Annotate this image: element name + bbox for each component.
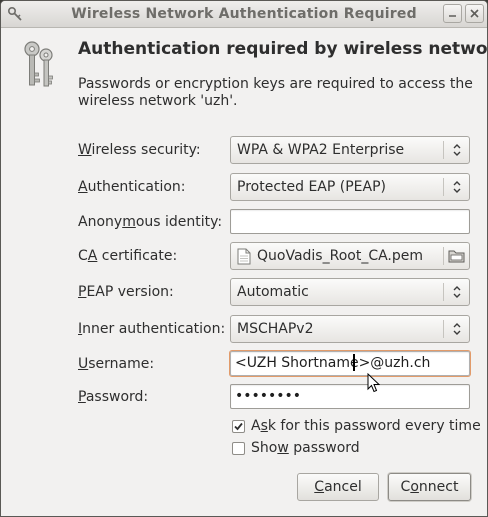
anonymous-identity-label: Anonymous identity: (78, 214, 223, 230)
close-icon (470, 9, 479, 18)
username-label: Username: (78, 356, 155, 372)
text-caret (353, 354, 355, 371)
cancel-button[interactable]: Cancel (297, 473, 379, 501)
minimize-icon (449, 15, 456, 17)
show-password-checkbox[interactable] (232, 442, 245, 455)
keys-icon (24, 41, 53, 87)
combo-separator (443, 141, 444, 159)
ca-certificate-file-chooser[interactable]: QuoVadis_Root_CA.pem (230, 242, 470, 270)
peap-version-label: PEAP version: (78, 284, 174, 300)
password-value: •••••••• (235, 388, 302, 404)
up-down-arrows-icon (453, 323, 461, 335)
password-input[interactable]: •••••••• (230, 384, 470, 409)
file-chooser-separator (443, 247, 444, 265)
ask-password-checkbox[interactable] (232, 420, 245, 433)
checkmark-icon (234, 422, 243, 431)
peap-version-combo[interactable]: Automatic (230, 278, 470, 306)
mouse-pointer-icon (367, 373, 380, 393)
up-down-arrows-icon (453, 144, 461, 156)
minimize-button[interactable] (443, 4, 462, 23)
folder-icon (448, 250, 465, 263)
dialog-window: Wireless Network Authentication Required… (0, 0, 488, 517)
dialog-heading: Authentication required by wireless netw… (78, 39, 488, 59)
combo-separator (443, 283, 444, 301)
ask-password-label[interactable]: Ask for this password every time (251, 418, 481, 434)
wireless-security-combo[interactable]: WPA & WPA2 Enterprise (230, 136, 470, 164)
up-down-arrows-icon (453, 181, 461, 193)
authentication-value: Protected EAP (PEAP) (237, 179, 386, 195)
show-password-label[interactable]: Show password (251, 440, 360, 456)
window-title: Wireless Network Authentication Required (71, 6, 417, 22)
password-label: Password: (78, 389, 149, 405)
connect-button[interactable]: Connect (388, 473, 471, 501)
ca-certificate-filename: QuoVadis_Root_CA.pem (257, 248, 424, 264)
wireless-security-value: WPA & WPA2 Enterprise (237, 142, 405, 158)
peap-version-value: Automatic (237, 284, 309, 300)
combo-separator (443, 320, 444, 338)
combo-separator (443, 178, 444, 196)
authentication-combo[interactable]: Protected EAP (PEAP) (230, 173, 470, 201)
wireless-security-label: Wireless security: (78, 142, 201, 158)
document-icon (237, 248, 251, 265)
username-value: <UZH Shortname>@uzh.ch (235, 355, 431, 371)
anonymous-identity-input[interactable] (230, 209, 470, 234)
inner-authentication-label: Inner authentication: (78, 321, 226, 337)
dialog-description: Passwords or encryption keys are require… (78, 76, 473, 109)
close-button[interactable] (465, 4, 484, 23)
inner-authentication-combo[interactable]: MSCHAPv2 (230, 315, 470, 343)
title-bar[interactable]: Wireless Network Authentication Required (1, 1, 487, 28)
username-input[interactable]: <UZH Shortname>@uzh.ch (229, 350, 471, 377)
inner-authentication-value: MSCHAPv2 (237, 321, 314, 337)
up-down-arrows-icon (453, 286, 461, 298)
ca-certificate-label: CA certificate: (78, 248, 178, 264)
authentication-label: Authentication: (78, 179, 186, 195)
